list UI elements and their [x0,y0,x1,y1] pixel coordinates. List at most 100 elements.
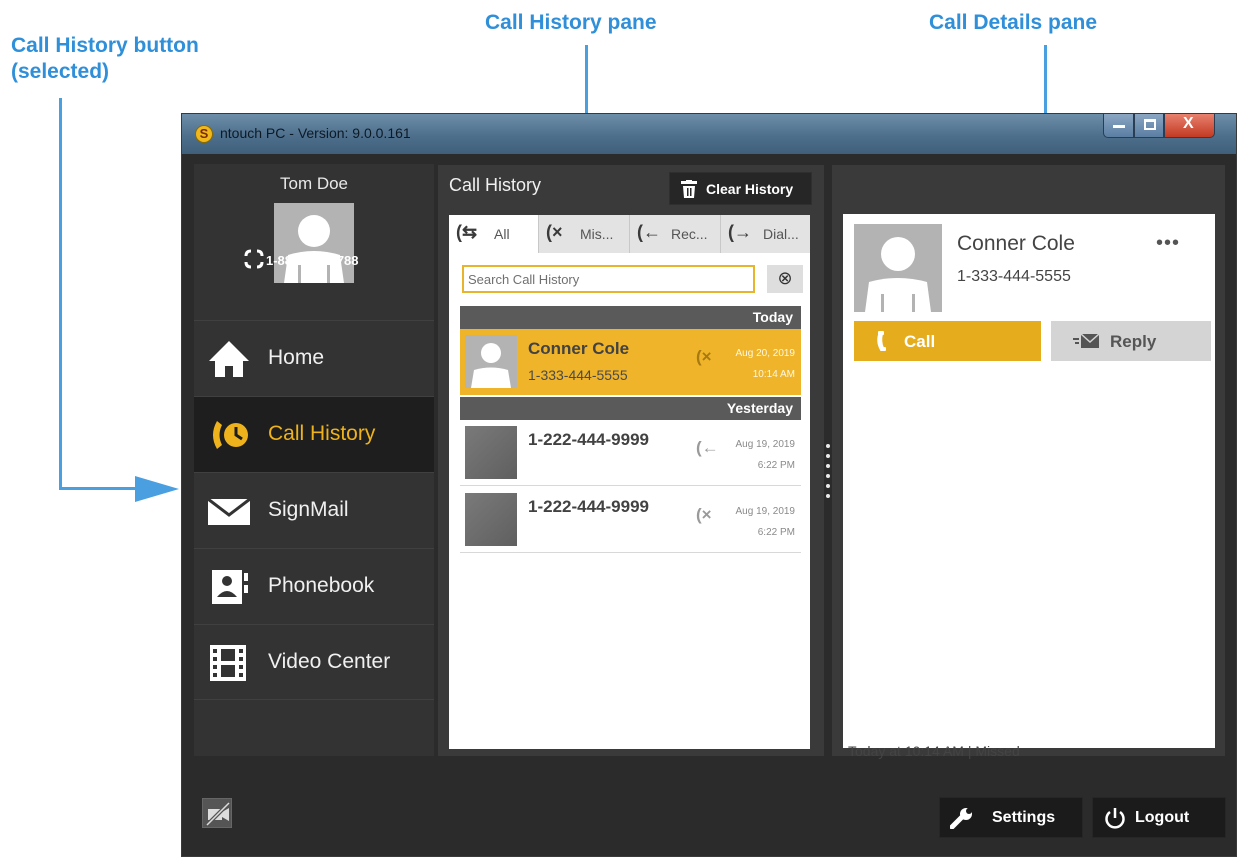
phonebook-icon [212,570,248,604]
maximize-button[interactable] [1134,114,1164,138]
clear-search-icon[interactable]: ⊗ [767,265,803,293]
tab-label: All [494,226,510,242]
tab-all[interactable]: (⇆ All [449,215,539,253]
camera-off-icon [205,801,231,827]
contact-phone: 1-333-444-5555 [957,268,1071,285]
network-status-icon [244,249,264,269]
call-history-title: Call History [449,175,542,195]
person-silhouette-icon [865,237,931,312]
contact-photo [465,493,517,546]
annotation-arrowhead [135,476,179,502]
left-nav: Tom Doe 1-888-999-8788 Home Call History… [194,164,434,756]
phone-icon [877,331,886,351]
nav-item-label: Phonebook [268,574,375,597]
nav-item-phonebook[interactable]: Phonebook [194,548,434,624]
annotation-call-history-pane: Call History pane [485,11,657,34]
missed-call-icon: (× [696,347,712,366]
contact-number: 1-333-444-5555 [528,367,628,383]
tab-missed[interactable]: (× Mis... [539,215,630,253]
annotation-call-details-pane: Call Details pane [929,11,1098,34]
reply-button[interactable]: Reply [1051,321,1211,361]
call-history-icon [213,421,248,449]
received-call-icon: (← [637,222,661,242]
call-button-label: Call [904,332,936,351]
call-date: Aug 19, 2019 [735,439,796,450]
more-options-icon[interactable]: ••• [1156,232,1180,255]
call-time: 10:14 AM [752,369,795,380]
call-time: 6:22 PM [757,527,795,538]
logout-label: Logout [1135,809,1190,826]
call-history-row[interactable]: 1-222-444-9999 (← Aug 19, 2019 6:22 PM [460,420,801,486]
contact-avatar [854,224,942,312]
contact-avatar [465,335,517,388]
missed-call-icon: (× [696,505,712,524]
nav-item-call-history[interactable]: Call History [194,396,434,472]
user-avatar[interactable] [274,203,354,283]
tab-received[interactable]: (← Rec... [630,215,721,253]
call-date: Aug 19, 2019 [735,506,796,517]
nav-item-label: Home [268,346,325,369]
call-datetime: Aug 19, 2019 6:22 PM [736,501,796,543]
contact-photo [465,426,517,479]
contact-name: Conner Cole [957,232,1075,255]
call-button[interactable]: Call [854,321,1041,361]
tab-label: Mis... [580,226,614,242]
contact-name: 1-222-444-9999 [528,430,649,449]
app-window: S ntouch PC - Version: 9.0.0.161 X Tom D… [181,113,1237,857]
film-icon [210,645,246,681]
missed-call-icon: (× [546,222,563,242]
call-history-list-panel: (⇆ All (× Mis... (← Rec... (→ Dial... ⊗ … [449,215,810,749]
day-header-yesterday: Yesterday [460,397,801,420]
app-logo-icon: S [195,125,213,143]
dialed-call-icon: (→ [728,222,752,242]
search-input[interactable] [462,265,755,293]
window-title: ntouch PC - Version: 9.0.0.161 [220,125,411,141]
call-datetime: Aug 19, 2019 6:22 PM [736,434,796,476]
signmail-reply-icon [1073,334,1099,348]
contact-name: Conner Cole [528,339,630,358]
home-icon [209,341,249,377]
nav-item-label: SignMail [268,498,349,521]
all-calls-icon: (⇆ [456,222,478,242]
user-name: Tom Doe [279,174,349,193]
user-phone-number: 1-888-999-8788 [266,253,359,268]
tab-label: Rec... [671,226,708,242]
annotation-arrow-line [59,98,62,490]
nav-item-signmail[interactable]: SignMail [194,472,434,548]
clear-history-button[interactable]: Clear History [669,172,812,205]
power-icon [1105,808,1125,829]
trash-icon [681,180,697,198]
title-bar[interactable]: S ntouch PC - Version: 9.0.0.161 X [182,114,1236,154]
nav-item-home[interactable]: Home [194,320,434,396]
wrench-icon [950,808,972,829]
settings-label: Settings [992,809,1056,826]
call-history-row[interactable]: 1-222-444-9999 (× Aug 19, 2019 6:22 PM [460,487,801,553]
received-call-icon: (← [696,438,719,457]
annotation-arrow-line [59,487,139,490]
tab-dialed[interactable]: (→ Dial... [721,215,810,253]
call-date: Aug 20, 2019 [735,348,796,359]
tab-label: Dial... [763,226,799,242]
nav-item-label: Call History [268,422,376,445]
person-silhouette-icon [284,215,344,283]
reply-button-label: Reply [1110,332,1157,351]
close-button[interactable]: X [1164,114,1215,138]
day-header-today: Today [460,306,801,329]
call-history-pane: Call History Clear History (⇆ All (× Mis… [438,165,824,756]
call-status-text: Today at 10:14 AM | Missed [848,743,1020,759]
nav-item-video-center[interactable]: Video Center [194,624,434,700]
video-privacy-button[interactable] [202,798,232,828]
call-time: 6:22 PM [757,460,795,471]
person-silhouette-icon [471,343,511,388]
settings-button[interactable]: Settings [939,797,1083,838]
envelope-icon [207,497,251,525]
call-details-pane: Conner Cole 1-333-444-5555 ••• Call Repl… [832,165,1225,759]
clear-history-label: Clear History [706,181,794,197]
call-history-row[interactable]: Conner Cole 1-333-444-5555 (× Aug 20, 20… [460,329,801,395]
call-details-card: Conner Cole 1-333-444-5555 ••• Call Repl… [843,214,1215,759]
nav-item-label: Video Center [268,650,391,673]
contact-name: 1-222-444-9999 [528,497,649,516]
annotation-call-history-button: Call History button (selected) [11,34,199,83]
minimize-button[interactable] [1103,114,1134,138]
logout-button[interactable]: Logout [1092,797,1226,838]
